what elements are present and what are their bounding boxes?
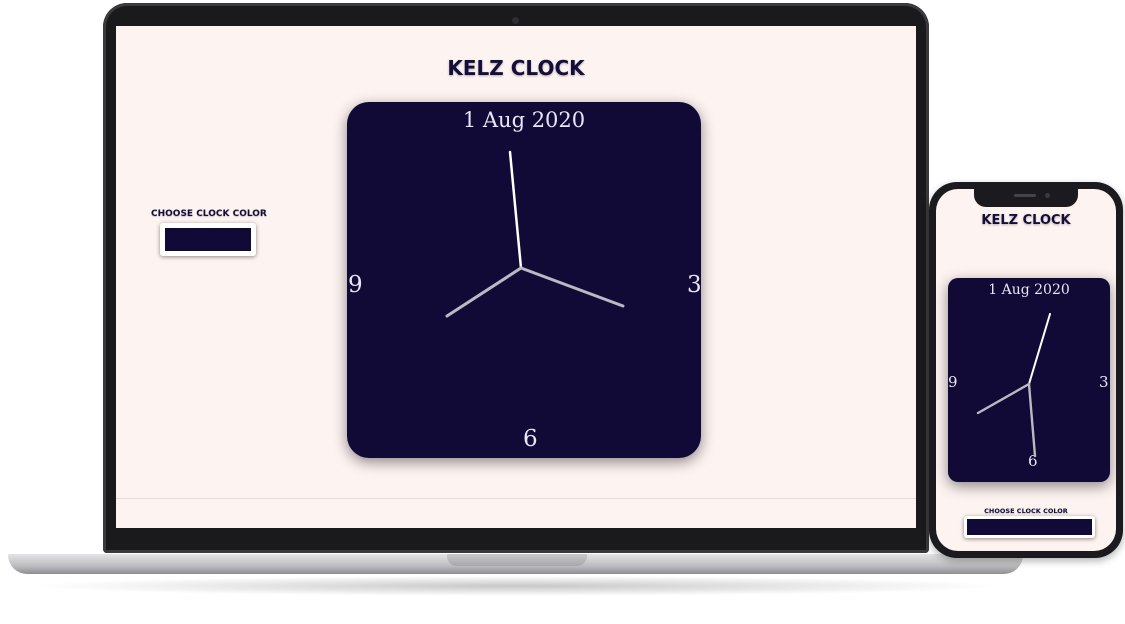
color-swatch-fill [967,519,1092,535]
laptop-screen: KELZ CLOCK CHOOSE CLOCK COLOR 1 Aug 2020… [116,26,916,528]
laptop-trackpad-notch [447,554,587,566]
phone-camera [1045,193,1050,198]
clock-hands [445,150,625,318]
laptop-camera [512,17,519,24]
minute-hand [519,266,625,308]
second-hand [445,266,523,318]
clock-color-picker[interactable] [160,223,256,256]
laptop-shadow [30,576,1005,596]
color-picker-label: CHOOSE CLOCK COLOR [984,507,1068,515]
color-swatch-fill [165,228,251,251]
phone-screen: KELZ CLOCK 1 Aug 2020 9 3 6 CHOOSE CLOCK… [936,189,1116,551]
clock-hands [976,313,1051,458]
page-title: KELZ CLOCK [981,213,1071,228]
hour-hand [508,150,523,270]
clock-color-picker[interactable] [964,516,1095,538]
clock-face: 1 Aug 2020 9 3 6 [347,102,701,458]
color-picker-label: CHOOSE CLOCK COLOR [151,209,267,219]
clock-face: 1 Aug 2020 9 3 6 [948,278,1110,482]
phone-notch [974,189,1078,207]
second-hand [976,382,1031,415]
phone-speaker [1014,194,1036,197]
minute-hand [1027,382,1037,458]
page-title: KELZ CLOCK [447,56,585,80]
footer-divider [116,498,916,499]
hour-hand [1028,313,1051,385]
